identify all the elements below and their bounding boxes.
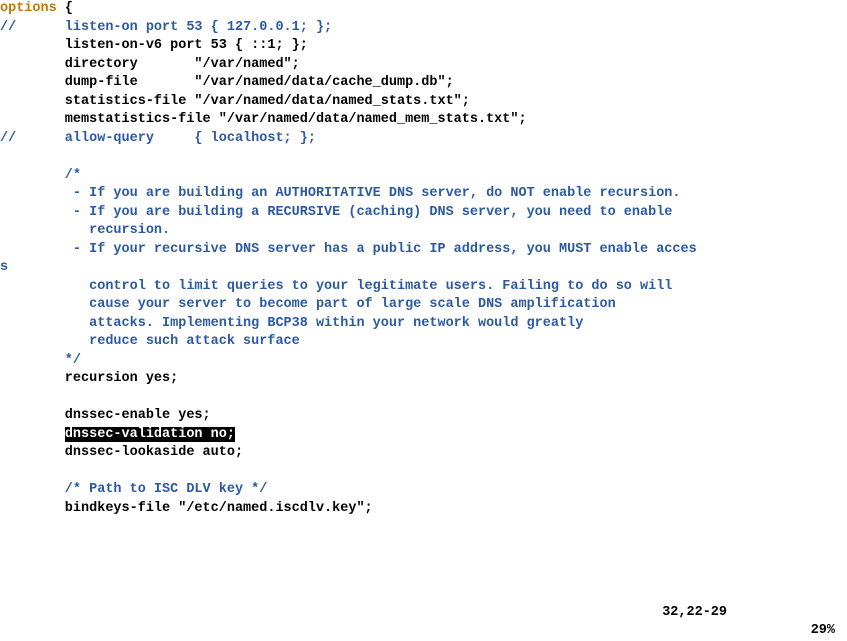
code-line[interactable]: bindkeys-file "/etc/named.iscdlv.key"; xyxy=(0,500,847,519)
code-line[interactable]: dnssec-validation no; xyxy=(0,426,847,445)
code-line[interactable]: - If your recursive DNS server has a pub… xyxy=(0,241,847,260)
scroll-percent: 29% xyxy=(811,622,835,641)
code-segment xyxy=(0,427,65,442)
code-line[interactable]: s xyxy=(0,259,847,278)
code-segment: dnssec-validation no; xyxy=(65,427,235,442)
code-line[interactable] xyxy=(0,389,847,408)
code-line[interactable]: // allow-query { localhost; }; xyxy=(0,130,847,149)
code-line[interactable]: reduce such attack surface xyxy=(0,333,847,352)
code-segment: /* xyxy=(0,168,81,183)
code-segment xyxy=(0,464,8,479)
code-line[interactable]: memstatistics-file "/var/named/data/name… xyxy=(0,111,847,130)
code-segment: reduce such attack surface xyxy=(0,334,300,349)
code-line[interactable]: - If you are building an AUTHORITATIVE D… xyxy=(0,185,847,204)
code-segment xyxy=(0,390,8,405)
code-line[interactable]: - If you are building a RECURSIVE (cachi… xyxy=(0,204,847,223)
code-line[interactable]: dnssec-lookaside auto; xyxy=(0,444,847,463)
code-segment: memstatistics-file "/var/named/data/name… xyxy=(0,112,527,127)
code-line[interactable]: options { xyxy=(0,0,847,19)
status-bar: 32,22-29 29% xyxy=(0,585,847,603)
editor-viewport[interactable]: options {// listen-on port 53 { 127.0.0.… xyxy=(0,0,847,585)
code-segment: listen-on-v6 port 53 { ::1; }; xyxy=(0,38,308,53)
code-segment: // listen-on port 53 { 127.0.0.1; }; xyxy=(0,20,332,35)
code-segment: directory "/var/named"; xyxy=(0,57,300,72)
cursor-position: 32,22-29 xyxy=(662,604,727,623)
code-line[interactable]: listen-on-v6 port 53 { ::1; }; xyxy=(0,37,847,56)
code-segment: statistics-file "/var/named/data/named_s… xyxy=(0,94,470,109)
code-line[interactable]: statistics-file "/var/named/data/named_s… xyxy=(0,93,847,112)
code-segment: /* Path to ISC DLV key */ xyxy=(0,482,267,497)
code-segment xyxy=(0,149,8,164)
code-line[interactable]: recursion. xyxy=(0,222,847,241)
code-segment: { xyxy=(57,1,73,16)
code-line[interactable]: dump-file "/var/named/data/cache_dump.db… xyxy=(0,74,847,93)
code-line[interactable]: /* xyxy=(0,167,847,186)
code-segment: recursion. xyxy=(0,223,170,238)
code-segment: dnssec-lookaside auto; xyxy=(0,445,243,460)
code-line[interactable]: recursion yes; xyxy=(0,370,847,389)
code-segment: dump-file "/var/named/data/cache_dump.db… xyxy=(0,75,454,90)
code-line[interactable]: */ xyxy=(0,352,847,371)
code-segment: control to limit queries to your legitim… xyxy=(0,279,672,294)
code-segment: - If you are building a RECURSIVE (cachi… xyxy=(0,205,672,220)
code-segment: attacks. Implementing BCP38 within your … xyxy=(0,316,583,331)
code-line[interactable] xyxy=(0,148,847,167)
code-segment: s xyxy=(0,260,8,275)
code-line[interactable]: directory "/var/named"; xyxy=(0,56,847,75)
code-segment: - If your recursive DNS server has a pub… xyxy=(0,242,697,257)
code-line[interactable]: // listen-on port 53 { 127.0.0.1; }; xyxy=(0,19,847,38)
code-line[interactable]: control to limit queries to your legitim… xyxy=(0,278,847,297)
code-segment: options xyxy=(0,1,57,16)
code-line[interactable]: cause your server to become part of larg… xyxy=(0,296,847,315)
code-line[interactable]: attacks. Implementing BCP38 within your … xyxy=(0,315,847,334)
code-segment: // allow-query { localhost; }; xyxy=(0,131,316,146)
code-segment: recursion yes; xyxy=(0,371,178,386)
code-line[interactable] xyxy=(0,463,847,482)
code-segment: - If you are building an AUTHORITATIVE D… xyxy=(0,186,681,201)
code-line[interactable]: /* Path to ISC DLV key */ xyxy=(0,481,847,500)
code-segment: */ xyxy=(0,353,81,368)
code-segment: dnssec-enable yes; xyxy=(0,408,211,423)
code-segment: bindkeys-file "/etc/named.iscdlv.key"; xyxy=(0,501,373,516)
code-line[interactable]: dnssec-enable yes; xyxy=(0,407,847,426)
code-segment: cause your server to become part of larg… xyxy=(0,297,616,312)
